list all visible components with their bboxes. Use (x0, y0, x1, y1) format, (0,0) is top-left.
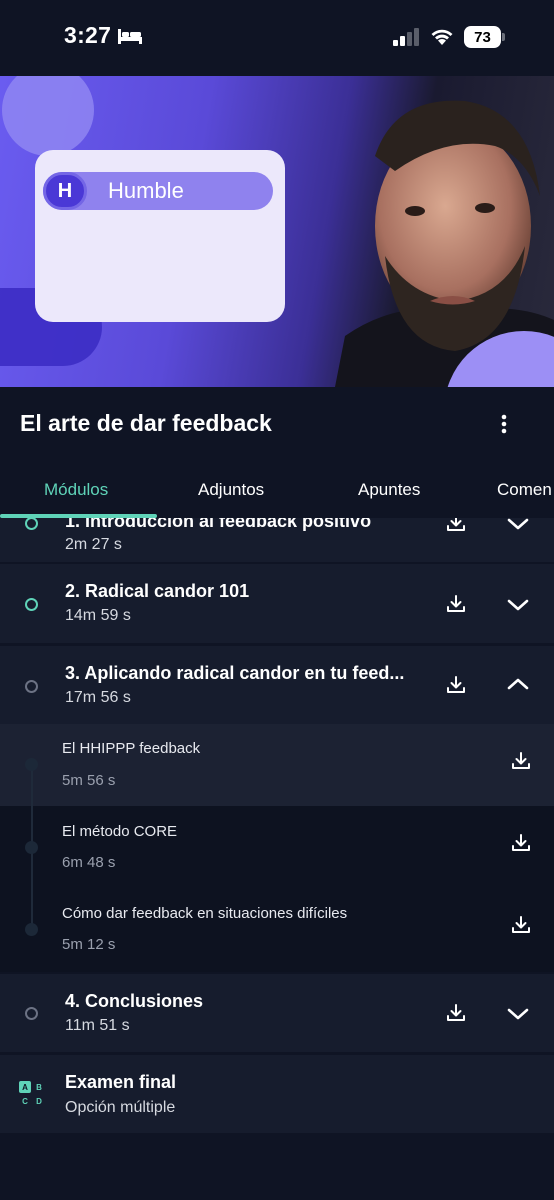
lesson-row[interactable]: Cómo dar feedback en situaciones difícil… (0, 888, 554, 972)
battery-icon: 73 (464, 26, 506, 48)
exam-row[interactable]: A B C D Examen final Opción múltiple (0, 1055, 554, 1133)
lesson-title: Cómo dar feedback en situaciones difícil… (62, 905, 348, 922)
lesson-duration: 5m 12 s (62, 936, 116, 953)
humble-pill: H Humble (43, 172, 273, 210)
module-duration: 17m 56 s (65, 689, 131, 706)
wifi-icon (431, 29, 453, 45)
module-row[interactable]: 4. Conclusiones 11m 51 s (0, 974, 554, 1052)
quiz-icon-letter: D (36, 1096, 42, 1106)
chevron-up-icon[interactable] (507, 677, 529, 691)
status-time: 3:27 (64, 22, 112, 48)
module-duration: 14m 59 s (65, 607, 131, 624)
completed-indicator (25, 518, 38, 530)
bed-icon (118, 29, 142, 44)
module-row-expanded[interactable]: 3. Aplicando radical candor en tu feed..… (0, 646, 554, 724)
quiz-icon: A B C D (17, 1079, 47, 1109)
lesson-row[interactable]: El método CORE 6m 48 s (0, 806, 554, 888)
lesson-title: El HHIPPP feedback (62, 740, 201, 757)
tab-modulos[interactable]: Módulos (44, 480, 108, 500)
completed-indicator (25, 598, 38, 611)
timeline-dot (25, 841, 38, 854)
timeline-dot (25, 758, 38, 771)
more-options-icon[interactable] (494, 410, 514, 438)
download-icon[interactable] (511, 751, 531, 771)
battery-level: 73 (464, 26, 501, 48)
module-duration: 11m 51 s (65, 1017, 130, 1034)
lesson-title: El método CORE (62, 823, 178, 840)
module-duration: 2m 27 s (65, 536, 122, 553)
lesson-row[interactable]: El HHIPPP feedback 5m 56 s (0, 724, 554, 806)
course-title: El arte de dar feedback (20, 410, 272, 436)
humble-card: H Humble (35, 150, 285, 322)
exam-subtitle: Opción múltiple (65, 1099, 176, 1116)
video-player[interactable]: H Humble (0, 76, 554, 387)
decorative-circle (2, 76, 94, 156)
module-title: 4. Conclusiones (65, 991, 204, 1011)
quiz-icon-letter: B (36, 1082, 42, 1092)
module-row[interactable]: 2. Radical candor 101 14m 59 s (0, 564, 554, 643)
download-icon[interactable] (511, 833, 531, 853)
chevron-down-icon[interactable] (507, 598, 529, 612)
module-title: 1. Introducción al feedback positivo (65, 518, 372, 531)
chevron-down-icon[interactable] (507, 1007, 529, 1021)
tab-adjuntos[interactable]: Adjuntos (198, 480, 264, 500)
download-icon[interactable] (446, 1003, 466, 1023)
download-icon[interactable] (446, 594, 466, 614)
signal-icon (393, 28, 419, 46)
exam-title: Examen final (65, 1072, 177, 1092)
tab-comentarios[interactable]: Comen (497, 480, 552, 500)
download-icon[interactable] (446, 675, 466, 695)
chevron-down-icon[interactable] (507, 518, 529, 531)
tab-bar: Módulos Adjuntos Apuntes Comen (0, 468, 554, 518)
incomplete-indicator (25, 1007, 38, 1020)
module-list[interactable]: 1. Introducción al feedback positivo 2m … (0, 518, 554, 1200)
quiz-icon-letter: A (19, 1081, 31, 1093)
module-title: 3. Aplicando radical candor en tu feed..… (65, 663, 405, 683)
module-row[interactable]: 1. Introducción al feedback positivo 2m … (0, 518, 554, 562)
lesson-duration: 6m 48 s (62, 854, 116, 871)
humble-avatar: H (43, 172, 87, 210)
tab-apuntes[interactable]: Apuntes (358, 480, 420, 500)
quiz-icon-letter: C (22, 1096, 28, 1106)
lesson-duration: 5m 56 s (62, 772, 116, 789)
timeline-dot (25, 923, 38, 936)
module-title: 2. Radical candor 101 (65, 581, 250, 601)
download-icon[interactable] (446, 518, 466, 533)
humble-label: Humble (108, 178, 184, 203)
download-icon[interactable] (511, 915, 531, 935)
incomplete-indicator (25, 680, 38, 693)
status-bar: 3:27 73 (0, 0, 554, 76)
